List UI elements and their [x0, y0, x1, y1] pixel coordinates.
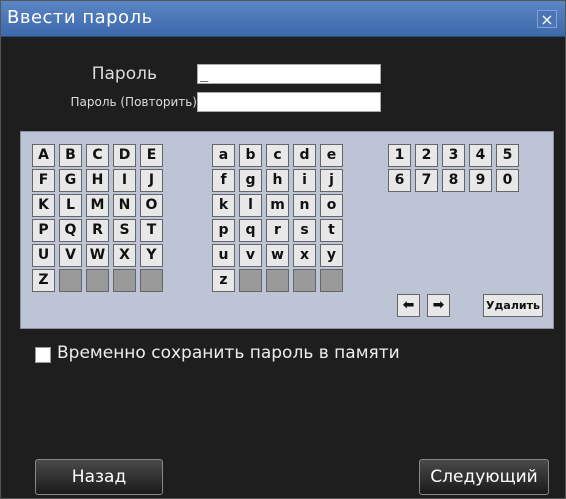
title-bar: Ввести пароль × [1, 1, 565, 37]
key-blank[interactable] [86, 269, 109, 292]
key-r[interactable]: r [266, 219, 289, 242]
key-blank[interactable] [293, 269, 316, 292]
close-icon[interactable]: × [537, 10, 557, 29]
key-y[interactable]: y [320, 244, 343, 267]
key-S[interactable]: S [113, 219, 136, 242]
remember-password-checkbox[interactable] [35, 347, 51, 363]
key-7[interactable]: 7 [415, 169, 438, 192]
key-k[interactable]: k [212, 194, 235, 217]
key-p[interactable]: p [212, 219, 235, 242]
key-j[interactable]: j [320, 169, 343, 192]
key-blank[interactable] [113, 269, 136, 292]
key-blank[interactable] [239, 269, 262, 292]
key-h[interactable]: h [266, 169, 289, 192]
key-v[interactable]: v [239, 244, 262, 267]
key-e[interactable]: e [320, 144, 343, 167]
key-W[interactable]: W [86, 244, 109, 267]
key-R[interactable]: R [86, 219, 109, 242]
key-E[interactable]: E [140, 144, 163, 167]
key-1[interactable]: 1 [388, 144, 411, 167]
back-button[interactable]: Назад [35, 459, 163, 495]
key-l[interactable]: l [239, 194, 262, 217]
key-V[interactable]: V [59, 244, 82, 267]
key-K[interactable]: K [32, 194, 55, 217]
next-button[interactable]: Следующий [419, 459, 549, 495]
key-8[interactable]: 8 [442, 169, 465, 192]
right-arrow-icon[interactable]: ➡ [427, 294, 450, 317]
key-Q[interactable]: Q [59, 219, 82, 242]
password-repeat-label: Пароль (Повторить) [70, 95, 197, 109]
key-0[interactable]: 0 [496, 169, 519, 192]
key-d[interactable]: d [293, 144, 316, 167]
key-i[interactable]: i [293, 169, 316, 192]
key-X[interactable]: X [113, 244, 136, 267]
password-repeat-field[interactable] [197, 92, 381, 112]
key-blank[interactable] [140, 269, 163, 292]
key-m[interactable]: m [266, 194, 289, 217]
key-D[interactable]: D [113, 144, 136, 167]
password-dialog: Ввести пароль × Пароль _ Пароль (Повтори… [0, 0, 566, 499]
key-F[interactable]: F [32, 169, 55, 192]
key-U[interactable]: U [32, 244, 55, 267]
key-q[interactable]: q [239, 219, 262, 242]
remember-password-label: Временно сохранить пароль в памяти [57, 343, 400, 363]
key-g[interactable]: g [239, 169, 262, 192]
key-t[interactable]: t [320, 219, 343, 242]
key-C[interactable]: C [86, 144, 109, 167]
key-blank[interactable] [320, 269, 343, 292]
key-G[interactable]: G [59, 169, 82, 192]
key-I[interactable]: I [113, 169, 136, 192]
key-Y[interactable]: Y [140, 244, 163, 267]
key-6[interactable]: 6 [388, 169, 411, 192]
key-B[interactable]: B [59, 144, 82, 167]
key-f[interactable]: f [212, 169, 235, 192]
password-label: Пароль [91, 64, 157, 84]
key-x[interactable]: x [293, 244, 316, 267]
key-5[interactable]: 5 [496, 144, 519, 167]
key-u[interactable]: u [212, 244, 235, 267]
key-c[interactable]: c [266, 144, 289, 167]
key-3[interactable]: 3 [442, 144, 465, 167]
key-n[interactable]: n [293, 194, 316, 217]
key-J[interactable]: J [140, 169, 163, 192]
key-b[interactable]: b [239, 144, 262, 167]
key-M[interactable]: M [86, 194, 109, 217]
key-L[interactable]: L [59, 194, 82, 217]
key-O[interactable]: O [140, 194, 163, 217]
key-N[interactable]: N [113, 194, 136, 217]
key-z[interactable]: z [212, 269, 235, 292]
key-H[interactable]: H [86, 169, 109, 192]
key-P[interactable]: P [32, 219, 55, 242]
key-s[interactable]: s [293, 219, 316, 242]
key-2[interactable]: 2 [415, 144, 438, 167]
on-screen-keyboard: ABCDE FGHIJ KLMNO PQRST UVWXY Zabcde fghij klmn… [20, 131, 554, 329]
key-blank[interactable] [59, 269, 82, 292]
key-blank[interactable] [266, 269, 289, 292]
dialog-title: Ввести пароль [7, 7, 153, 28]
key-A[interactable]: A [32, 144, 55, 167]
password-field[interactable]: _ [197, 64, 381, 84]
key-w[interactable]: w [266, 244, 289, 267]
left-arrow-icon[interactable]: ⬅ [397, 294, 420, 317]
key-4[interactable]: 4 [469, 144, 492, 167]
key-a[interactable]: a [212, 144, 235, 167]
key-T[interactable]: T [140, 219, 163, 242]
key-9[interactable]: 9 [469, 169, 492, 192]
delete-key[interactable]: Удалить [483, 294, 543, 317]
key-o[interactable]: o [320, 194, 343, 217]
key-Z[interactable]: Z [32, 269, 55, 292]
